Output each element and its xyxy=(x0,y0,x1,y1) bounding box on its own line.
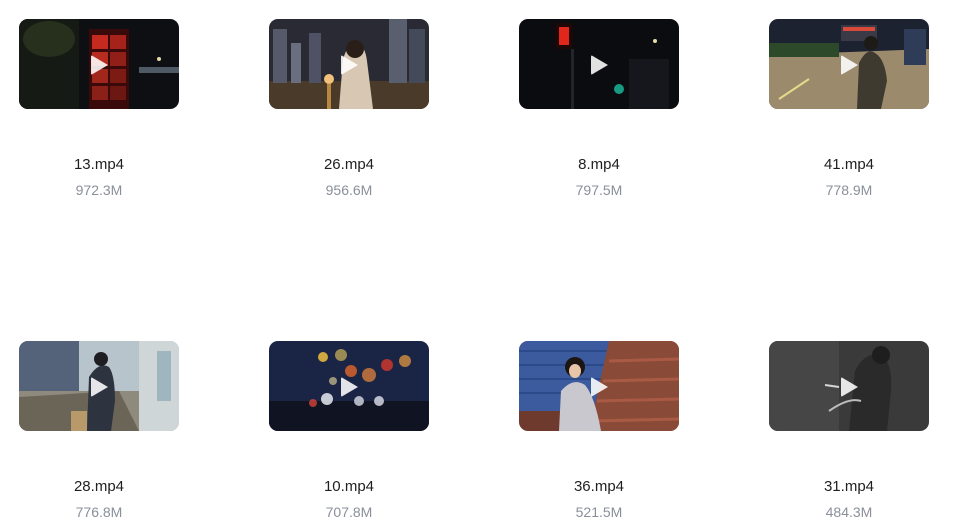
play-icon[interactable] xyxy=(341,377,358,397)
file-name[interactable]: 28.mp4 xyxy=(19,478,179,496)
play-icon[interactable] xyxy=(591,55,608,75)
video-card[interactable]: 8.mp4 797.5M xyxy=(519,19,679,198)
video-thumbnail[interactable] xyxy=(519,19,679,109)
play-icon[interactable] xyxy=(591,377,608,397)
play-icon[interactable] xyxy=(841,55,858,75)
play-icon[interactable] xyxy=(341,55,358,75)
file-size: 521.5M xyxy=(575,504,623,520)
video-card[interactable]: 13.mp4 972.3M xyxy=(19,19,179,198)
video-thumbnail[interactable] xyxy=(269,19,429,109)
video-card[interactable]: 28.mp4 776.8M xyxy=(19,341,179,520)
video-thumbnail[interactable] xyxy=(19,19,179,109)
file-name[interactable]: 31.mp4 xyxy=(769,478,929,496)
file-size: 776.8M xyxy=(75,504,123,520)
file-name[interactable]: 41.mp4 xyxy=(769,156,929,174)
video-thumbnail[interactable] xyxy=(769,341,929,431)
video-card[interactable]: 26.mp4 956.6M xyxy=(269,19,429,198)
play-icon[interactable] xyxy=(841,377,858,397)
file-name[interactable]: 8.mp4 xyxy=(519,156,679,174)
video-card[interactable]: 41.mp4 778.9M xyxy=(769,19,929,198)
file-name[interactable]: 36.mp4 xyxy=(519,478,679,496)
video-thumbnail[interactable] xyxy=(19,341,179,431)
file-size: 972.3M xyxy=(75,182,123,198)
video-thumbnail[interactable] xyxy=(269,341,429,431)
file-size: 484.3M xyxy=(825,504,873,520)
file-name[interactable]: 26.mp4 xyxy=(269,156,429,174)
file-size: 797.5M xyxy=(575,182,623,198)
video-card[interactable]: 10.mp4 707.8M xyxy=(269,341,429,520)
file-size: 707.8M xyxy=(325,504,373,520)
file-name[interactable]: 13.mp4 xyxy=(19,156,179,174)
play-icon[interactable] xyxy=(91,55,108,75)
video-card[interactable]: 36.mp4 521.5M xyxy=(519,341,679,520)
file-size: 956.6M xyxy=(325,182,373,198)
video-thumbnail[interactable] xyxy=(519,341,679,431)
video-card[interactable]: 31.mp4 484.3M xyxy=(769,341,929,520)
file-size: 778.9M xyxy=(825,182,873,198)
video-thumbnail[interactable] xyxy=(769,19,929,109)
play-icon[interactable] xyxy=(91,377,108,397)
file-name[interactable]: 10.mp4 xyxy=(269,478,429,496)
